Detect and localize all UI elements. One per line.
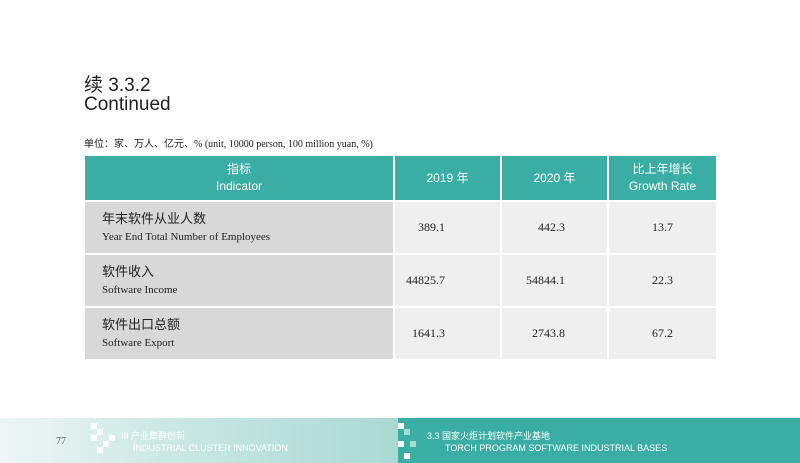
footer-section-en: TORCH PROGRAM SOFTWARE INDUSTRIAL BASES xyxy=(445,443,668,453)
footer-chapter-cn: III 产业集群创新 xyxy=(121,431,186,441)
value-2020-cell: 2743.8 xyxy=(500,306,608,359)
indicator-label-cn: 软件收入 xyxy=(102,263,155,279)
pixel-square xyxy=(410,441,416,447)
value-2020-cell: 54844.1 xyxy=(500,253,608,307)
page-title-en: Continued xyxy=(84,94,171,115)
column-header-growth: 比上年增长 Growth Rate xyxy=(607,156,716,201)
growth-cell: 67.2 xyxy=(607,306,716,359)
growth-cell: 13.7 xyxy=(607,200,716,254)
pixel-square xyxy=(103,441,109,447)
indicator-label-en: Software Income xyxy=(102,283,178,296)
unit-note: 单位：家、万人、亿元、% (unit, 10000 person, 100 mi… xyxy=(84,139,373,150)
page-number: 77 xyxy=(56,436,66,447)
table-header-row: 指标 Indicator 2019 年 2020 年 比上年增长 Growth … xyxy=(85,156,716,201)
indicator-cell: 年末软件从业人数 Year End Total Number of Employ… xyxy=(85,200,394,254)
column-header-en: Growth Rate xyxy=(628,179,697,193)
pixel-square xyxy=(91,435,97,441)
column-header-cn: 比上年增长 xyxy=(632,162,693,176)
column-header-2019: 2019 年 xyxy=(393,156,501,201)
column-header-cn: 2020 年 xyxy=(533,170,576,185)
table-row: 年末软件从业人数 Year End Total Number of Employ… xyxy=(85,200,716,254)
table-row: 软件收入 Software Income 44825.7 54844.1 22.… xyxy=(85,253,716,307)
footer-section-cn: 3.3 国家火炬计划软件产业基地 xyxy=(427,431,551,441)
indicator-cell: 软件出口总额 Software Export xyxy=(85,306,394,359)
table-row: 软件出口总额 Software Export 1641.3 2743.8 67.… xyxy=(85,306,716,359)
pixel-square xyxy=(97,447,103,453)
value-2019-cell: 1641.3 xyxy=(393,306,501,359)
value-2019-cell: 389.1 xyxy=(393,200,501,254)
column-header-en: Indicator xyxy=(215,179,263,193)
indicator-label-cn: 软件出口总额 xyxy=(102,316,181,332)
value-2020-cell: 442.3 xyxy=(500,200,608,254)
indicator-label-cn: 年末软件从业人数 xyxy=(102,210,207,226)
indicator-cell: 软件收入 Software Income xyxy=(85,253,394,307)
column-header-2020: 2020 年 xyxy=(500,156,608,201)
growth-cell: 22.3 xyxy=(607,253,716,307)
data-table: 指标 Indicator 2019 年 2020 年 比上年增长 Growth … xyxy=(85,156,716,359)
column-header-cn: 指标 xyxy=(226,162,251,176)
value-2019-cell: 44825.7 xyxy=(393,253,501,307)
page-title-cn: 续 3.3.2 xyxy=(84,75,151,96)
indicator-label-en: Software Export xyxy=(102,336,175,349)
pixel-square xyxy=(404,453,410,459)
pixel-square xyxy=(109,435,115,441)
column-header-cn: 2019 年 xyxy=(426,170,469,185)
pixel-square xyxy=(398,441,404,447)
footer-section: 3.3 国家火炬计划软件产业基地 TORCH PROGRAM SOFTWARE … xyxy=(427,430,667,454)
footer-chapter: III 产业集群创新 INDUSTRIAL CLUSTER INNOVATION xyxy=(121,430,288,454)
indicator-label-en: Year End Total Number of Employees xyxy=(102,230,271,243)
pixel-square xyxy=(404,429,410,435)
pixel-square xyxy=(97,429,103,435)
footer-chapter-en: INDUSTRIAL CLUSTER INNOVATION xyxy=(133,443,288,453)
column-header-indicator: 指标 Indicator xyxy=(85,156,394,201)
